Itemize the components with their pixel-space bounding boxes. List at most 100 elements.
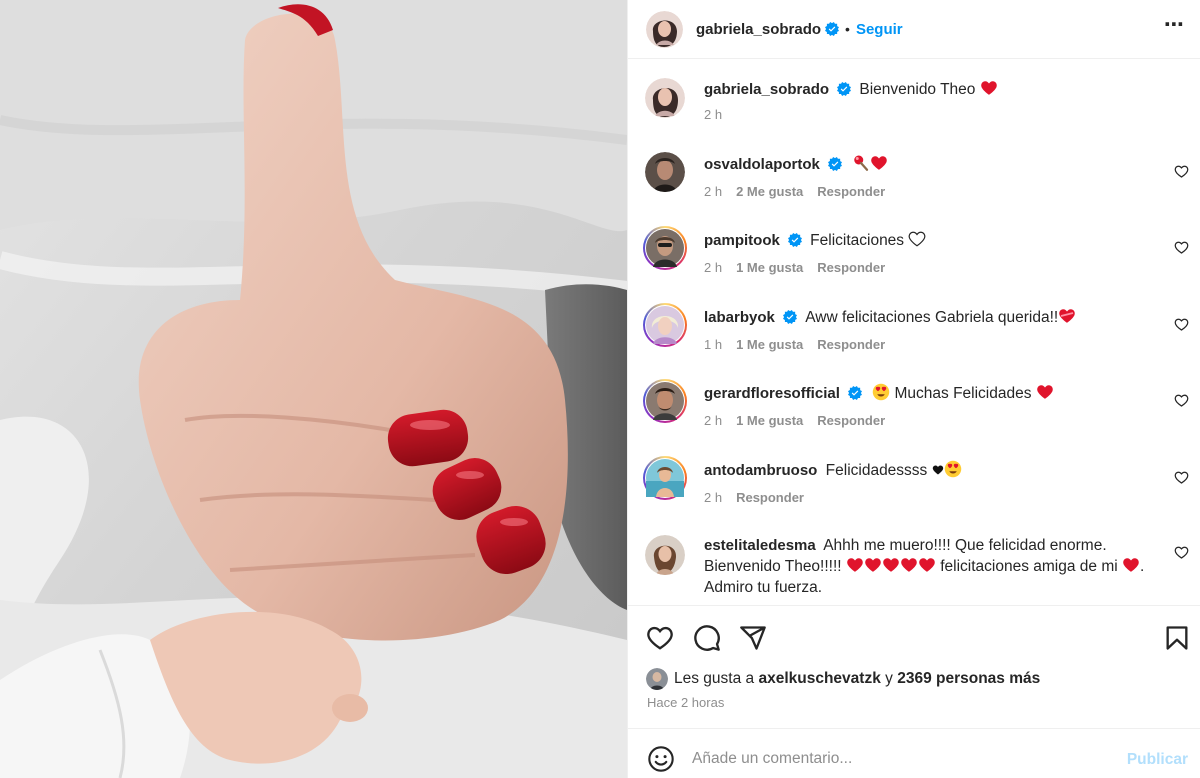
heart-icon[interactable] [1174, 545, 1189, 560]
add-comment-bar: Publicar [628, 728, 1200, 778]
comment-meta: 2 h 2 Me gusta Responder [704, 184, 885, 199]
story-ring[interactable] [643, 226, 687, 270]
verified-icon [837, 82, 852, 96]
comment-avatar[interactable] [645, 535, 685, 575]
author-avatar[interactable] [646, 10, 683, 48]
comment-meta: 1 h 1 Me gusta Responder [704, 337, 885, 352]
heart-icon[interactable] [646, 624, 674, 652]
header-separator: • [845, 21, 850, 37]
post-photo[interactable] [0, 0, 627, 778]
publish-button[interactable]: Publicar [1127, 751, 1188, 769]
verified-icon [787, 233, 802, 247]
likes-count[interactable]: 2369 personas más [897, 670, 1040, 687]
more-icon[interactable]: ⋯ [1164, 12, 1185, 37]
comment-username[interactable]: osvaldolaportok [704, 156, 820, 173]
red-heart-emoji-icon [865, 558, 881, 572]
comment-time: 1 h [704, 337, 723, 352]
story-ring[interactable] [643, 456, 687, 500]
post-time: Hace 2 horas [647, 695, 725, 710]
caption-avatar[interactable] [645, 78, 685, 118]
action-bar [628, 605, 1200, 667]
comment-time: 2 h [704, 260, 723, 275]
comment-avatar[interactable] [645, 152, 685, 192]
red-heart-emoji-icon [883, 558, 899, 572]
comment-text: estelitaledesma Ahhh me muero!!!! Que fe… [704, 535, 1174, 598]
comment-body: Aww felicitaciones Gabriela querida!! [805, 309, 1059, 326]
verified-icon [827, 157, 842, 171]
emoji-smile-icon[interactable] [647, 745, 675, 773]
comment-likes[interactable]: 2 Me gusta [736, 184, 803, 199]
red-heart-emoji-icon [919, 558, 935, 572]
follow-button[interactable]: Seguir [856, 21, 903, 38]
white-heart-emoji-icon [909, 231, 926, 247]
verified-icon [782, 310, 797, 324]
likes-user[interactable]: axelkuschevatzk [758, 670, 880, 687]
comment-text: antodambruoso Felicidadessss [704, 460, 1174, 481]
comment-text: osvaldolaportok [704, 154, 1174, 175]
comment-input[interactable] [692, 745, 1092, 773]
story-ring[interactable] [643, 379, 687, 423]
comment-avatar [646, 229, 684, 267]
comment-username[interactable]: labarbyok [704, 309, 775, 326]
caption-time: 2 h [704, 107, 723, 122]
comment-username[interactable]: antodambruoso [704, 462, 817, 479]
share-icon[interactable] [739, 624, 767, 652]
comment-meta: 2 h Responder [704, 490, 804, 505]
caption-body: Bienvenido Theo [859, 81, 976, 98]
heart-icon[interactable] [1174, 164, 1189, 179]
reply-button[interactable]: Responder [736, 490, 804, 505]
comment-time: 2 h [704, 413, 723, 428]
caption-text: gabriela_sobrado Bienvenido Theo [704, 79, 1174, 100]
heart-icon[interactable] [1174, 240, 1189, 255]
comment-text: labarbyok Aww felicitaciones Gabriela qu… [704, 307, 1174, 328]
story-ring[interactable] [643, 303, 687, 347]
comment-likes[interactable]: 1 Me gusta [736, 260, 803, 275]
comment-text: pampitook Felicitaciones [704, 230, 1174, 251]
post-image [0, 0, 627, 778]
reply-button[interactable]: Responder [817, 337, 885, 352]
comment-icon[interactable] [693, 624, 721, 652]
comment-avatar [646, 382, 684, 420]
comment-meta: 2 h 1 Me gusta Responder [704, 260, 885, 275]
comment-meta: 2 h 1 Me gusta Responder [704, 413, 885, 428]
comment-text: gerardfloresofficial Muchas Felicidades [704, 383, 1174, 404]
heart-eyes-emoji-icon [944, 460, 961, 478]
likes-summary: Les gusta a axelkuschevatzk y 2369 perso… [646, 668, 1040, 690]
red-heart-emoji-icon [847, 558, 863, 572]
reply-button[interactable]: Responder [817, 260, 885, 275]
red-heart-emoji-icon [1123, 558, 1139, 572]
verified-icon [847, 386, 862, 400]
caption-username[interactable]: gabriela_sobrado [704, 81, 829, 98]
post-panel: gabriela_sobrado • Seguir ⋯ gabriela_sob… [627, 0, 1200, 778]
red-heart-emoji-icon [901, 558, 917, 572]
heart-icon[interactable] [1174, 393, 1189, 408]
likes-prefix: Les gusta a [674, 670, 755, 687]
comment-username[interactable]: pampitook [704, 232, 780, 249]
caption-meta: 2 h [704, 107, 722, 122]
comment-avatar [646, 459, 684, 497]
verified-icon [825, 22, 840, 36]
likes-connector: y [885, 670, 893, 687]
heart-eyes-emoji-icon [872, 383, 890, 401]
comment-body-part2: felicitaciones amiga de mi [940, 558, 1118, 575]
comments-list[interactable]: gabriela_sobrado Bienvenido Theo 2 h osv… [628, 60, 1200, 604]
red-heart-emoji-icon [980, 81, 997, 95]
red-heart-emoji-icon [1037, 385, 1053, 399]
comment-body: Muchas Felicidades [894, 385, 1032, 402]
reply-button[interactable]: Responder [817, 184, 885, 199]
comment-username[interactable]: gerardfloresofficial [704, 385, 840, 402]
reply-button[interactable]: Responder [817, 413, 885, 428]
author-username[interactable]: gabriela_sobrado [696, 21, 821, 38]
comment-body: Felicitaciones [810, 232, 905, 249]
comment-likes[interactable]: 1 Me gusta [736, 337, 803, 352]
bookmark-icon[interactable] [1163, 624, 1191, 652]
comment-likes[interactable]: 1 Me gusta [736, 413, 803, 428]
heart-with-ribbon-emoji-icon [1059, 309, 1075, 323]
heart-icon[interactable] [1174, 470, 1189, 485]
comment-username[interactable]: estelitaledesma [704, 537, 816, 554]
heart-icon[interactable] [1174, 317, 1189, 332]
comment-time: 2 h [704, 184, 723, 199]
rattle-emoji-icon [854, 155, 869, 171]
red-heart-emoji-icon [871, 156, 887, 170]
liker-avatar[interactable] [646, 668, 668, 690]
